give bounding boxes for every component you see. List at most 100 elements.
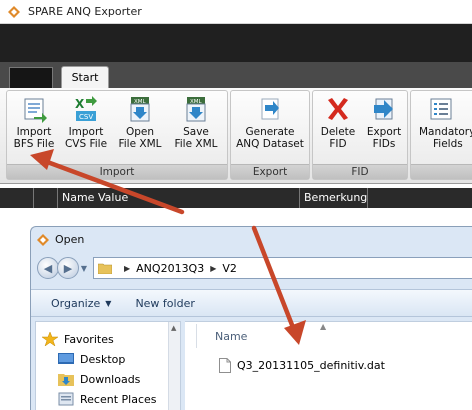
application-menu-button[interactable] [9,67,53,88]
app-title: SPARE ANQ Exporter [28,5,142,18]
import-csv-icon: X CSV [75,96,97,121]
file-list: ▲ Name Q3_20131105_definitiv.dat [185,321,472,410]
ribbon-group-caption-fields [411,164,472,179]
desktop-icon [58,353,74,364]
ribbon-group-caption-import: Import [7,164,227,179]
grid-header-bemerkung[interactable]: Bemerkung [300,188,368,208]
save-file-xml-button[interactable]: XML Save File XML [171,93,221,163]
breadcrumb-anq2013q3[interactable]: ANQ2013Q3 [136,262,204,275]
open-file-xml-button[interactable]: XML Open File XML [117,93,163,163]
save-xml-label-1: Save [183,126,209,138]
import-cvs-label-1: Import [68,126,104,138]
mandatory-label-1: Mandatory [419,126,472,138]
export-fids-icon [374,98,393,120]
ribbon-group-fid: Delete FID Export FIDs FID [312,90,408,180]
address-bar-row: ◀ ▶ ▼ ▶ ANQ2013Q3 ▶ V2 [37,255,472,281]
ribbon-group-fields: Mandatory Fields [410,90,472,180]
export-fids-label-1: Export [366,126,402,138]
grid-header-value[interactable]: Value [94,188,300,208]
import-cvs-file-button[interactable]: X CSV Import CVS File [63,93,109,163]
app-logo-icon [8,5,20,18]
breadcrumb-v2[interactable]: V2 [222,262,237,275]
column-header-name[interactable]: Name [215,330,247,343]
nav-desktop[interactable]: Desktop [58,352,125,366]
nav-pane-scrollbar[interactable]: ▲ [168,322,180,410]
ribbon-tabstrip: Start [0,62,472,88]
favorites-star-icon [42,332,58,346]
new-folder-button[interactable]: New folder [135,297,194,310]
import-bfs-label-1: Import [16,126,52,138]
scroll-up-icon[interactable]: ▲ [171,324,176,332]
ribbon-group-import: Import BFS File X CSV Import CVS File XM… [6,90,228,180]
dialog-title: Open [55,233,85,246]
open-xml-icon: XML [130,97,150,122]
navigation-pane: Favorites Desktop Downloads Recent Place… [35,321,181,410]
generate-label-1: Generate [245,126,295,138]
grid-header-name[interactable]: Name [58,188,94,208]
nav-downloads[interactable]: Downloads [58,372,140,386]
delete-fid-label-2: FID [329,138,347,150]
import-bfs-icon [24,98,47,123]
generate-dataset-icon [261,98,279,120]
back-arrow-icon: ◀ [43,261,53,275]
recent-places-icon [58,392,74,406]
column-separator [196,324,197,348]
dialog-titlebar: Open [37,233,84,246]
new-folder-label: New folder [135,296,195,310]
tab-start[interactable]: Start [61,66,109,88]
import-cvs-label-2: CVS File [64,138,108,150]
generate-anq-dataset-button[interactable]: Generate ANQ Dataset [235,93,305,163]
app-titlebar: SPARE ANQ Exporter [0,0,472,24]
grid-header-blank-1 [0,188,34,208]
file-row[interactable]: Q3_20131105_definitiv.dat [219,358,385,373]
nav-favorites-label: Favorites [64,332,114,346]
ribbon-group-export: Generate ANQ Dataset Export [230,90,310,180]
back-button[interactable]: ◀ [37,257,59,279]
delete-icon [328,98,348,120]
sort-ascending-icon: ▲ [320,322,327,331]
dialog-logo-icon [37,233,49,246]
nav-favorites[interactable]: Favorites [42,332,114,346]
nav-recent-places[interactable]: Recent Places [58,392,157,406]
file-name: Q3_20131105_definitiv.dat [237,359,385,372]
import-bfs-file-button[interactable]: Import BFS File [11,93,57,163]
folder-icon [98,263,112,274]
mandatory-label-2: Fields [433,138,463,150]
open-xml-label-2: File XML [118,138,162,150]
organize-dropdown-icon: ▼ [105,298,112,308]
mandatory-fields-button[interactable]: Mandatory Fields [413,93,472,163]
nav-recent-label: Recent Places [80,392,157,406]
import-bfs-label-2: BFS File [13,138,55,150]
ribbon: Import BFS File X CSV Import CVS File XM… [0,88,472,184]
forward-arrow-icon: ▶ [63,261,73,275]
mandatory-fields-icon [430,98,452,120]
ribbon-group-caption-fid: FID [313,164,407,179]
save-xml-label-2: File XML [174,138,218,150]
command-bar: Organize ▼ New folder [31,289,472,317]
nav-downloads-label: Downloads [80,372,141,386]
export-fids-label-2: FIDs [372,138,396,150]
generate-label-2: ANQ Dataset [236,138,304,150]
organize-button[interactable]: Organize ▼ [51,297,111,310]
file-document-icon [219,358,231,373]
organize-label: Organize [51,296,101,310]
downloads-icon [58,374,74,386]
recent-locations-chevron-icon[interactable]: ▼ [79,264,89,273]
nav-desktop-label: Desktop [80,352,126,366]
forward-button[interactable]: ▶ [57,257,79,279]
grid-header-filler [368,188,472,208]
open-dialog: Open ◀ ▶ ▼ ▶ ANQ2013Q3 ▶ V2 Organize ▼ N… [30,226,472,410]
title-band [0,24,472,62]
open-xml-label-1: Open [125,126,155,138]
grid-header-blank-2 [34,188,58,208]
export-fids-button[interactable]: Export FIDs [363,93,405,163]
csv-icon-text: CSV [79,113,93,121]
svg-text:X: X [75,97,85,111]
grid-header: Name Value Bemerkung [0,188,472,208]
breadcrumb-separator-icon: ▶ [210,263,217,273]
delete-fid-button[interactable]: Delete FID [317,93,359,163]
save-xml-icon: XML [186,97,206,122]
delete-fid-label-1: Delete [320,126,356,138]
breadcrumb-separator-icon: ▶ [124,263,131,273]
address-field[interactable]: ▶ ANQ2013Q3 ▶ V2 [93,257,472,279]
